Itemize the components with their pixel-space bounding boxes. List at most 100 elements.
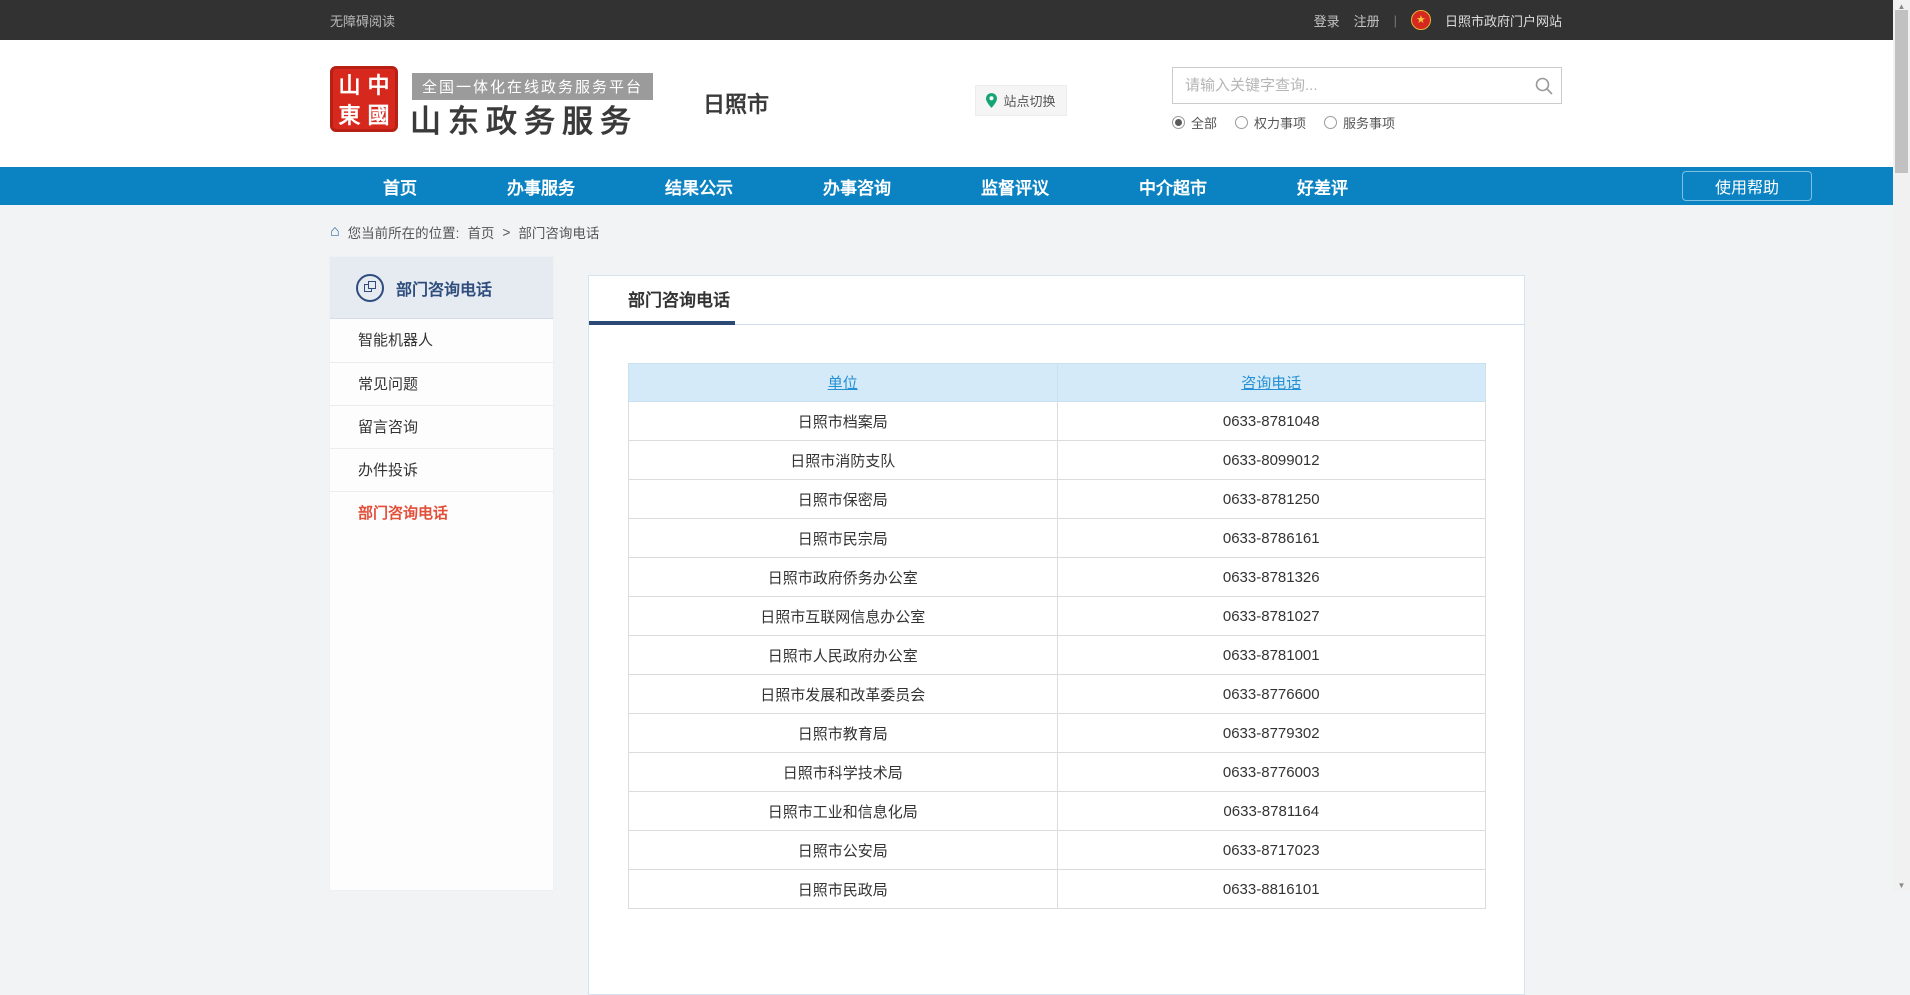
- department-name-cell: 日照市科学技术局: [629, 753, 1058, 792]
- breadcrumb-prefix: 您当前所在的位置:: [348, 222, 460, 242]
- nav-item-0[interactable]: 首页: [365, 174, 435, 199]
- location-pin-icon: [986, 93, 997, 108]
- page-scrollbar[interactable]: ▲ ▼: [1893, 0, 1910, 891]
- site-switch-button[interactable]: 站点切换: [975, 85, 1067, 116]
- table-column-header[interactable]: 单位: [629, 364, 1058, 402]
- city-name: 日照市: [703, 87, 769, 119]
- radio-selected-icon[interactable]: [1172, 116, 1185, 129]
- sidebar-item-3[interactable]: 办件投诉: [330, 448, 553, 491]
- seal-char: 中: [364, 71, 393, 101]
- breadcrumb: ⌂ 您当前所在的位置: 首页 > 部门咨询电话: [330, 222, 599, 242]
- site-switch-label: 站点切换: [1003, 91, 1055, 110]
- nav-item-5[interactable]: 中介超市: [1121, 174, 1225, 199]
- sidebar-header: 部门咨询电话: [330, 257, 553, 319]
- phone-number-cell: 0633-8781048: [1057, 402, 1486, 441]
- phone-number-cell: 0633-8779302: [1057, 714, 1486, 753]
- department-name-cell: 日照市公安局: [629, 831, 1058, 870]
- department-name-cell: 日照市保密局: [629, 480, 1058, 519]
- sidebar-item-0[interactable]: 智能机器人: [330, 319, 553, 362]
- sidebar-title: 部门咨询电话: [396, 276, 492, 300]
- nav-item-4[interactable]: 监督评议: [963, 174, 1067, 199]
- table-row: 日照市消防支队0633-8099012: [629, 441, 1486, 480]
- accessibility-link[interactable]: 无障碍阅读: [330, 11, 395, 30]
- search-filter-0[interactable]: 全部: [1172, 113, 1217, 132]
- brand-title: 山东政务服务: [410, 96, 638, 141]
- department-name-cell: 日照市民宗局: [629, 519, 1058, 558]
- search-filter-2[interactable]: 服务事项: [1324, 113, 1395, 132]
- search-filter-radios: 全部 权力事项 服务事项: [1172, 113, 1562, 132]
- phone-number-cell: 0633-8786161: [1057, 519, 1486, 558]
- site-header: 山中東國 全国一体化在线政务服务平台 山东政务服务 日照市 站点切换 全部权力事…: [0, 40, 1910, 167]
- filter-label: 全部: [1191, 113, 1217, 132]
- phone-number-cell: 0633-8781164: [1057, 792, 1486, 831]
- active-tab-indicator: [589, 321, 735, 325]
- table-row: 日照市人民政府办公室0633-8781001: [629, 636, 1486, 675]
- department-name-cell: 日照市民政局: [629, 870, 1058, 909]
- pages-icon: [356, 274, 384, 302]
- radio-icon[interactable]: [1235, 116, 1248, 129]
- table-row: 日照市档案局0633-8781048: [629, 402, 1486, 441]
- table-column-header[interactable]: 咨询电话: [1057, 364, 1486, 402]
- radio-icon[interactable]: [1324, 116, 1337, 129]
- sidebar-item-1[interactable]: 常见问题: [330, 362, 553, 405]
- phone-number-cell: 0633-8781250: [1057, 480, 1486, 519]
- login-link[interactable]: 登录: [1314, 11, 1340, 30]
- seal-char: 山: [335, 71, 364, 101]
- topbar-divider: |: [1394, 13, 1397, 28]
- breadcrumb-home-link[interactable]: 首页: [467, 222, 494, 242]
- department-name-cell: 日照市工业和信息化局: [629, 792, 1058, 831]
- search-box: [1172, 67, 1562, 104]
- department-name-cell: 日照市消防支队: [629, 441, 1058, 480]
- phone-number-cell: 0633-8781326: [1057, 558, 1486, 597]
- phone-number-cell: 0633-8816101: [1057, 870, 1486, 909]
- top-utility-bar: 无障碍阅读 登录 注册 | ★ 日照市政府门户网站: [0, 0, 1910, 40]
- breadcrumb-separator: >: [502, 225, 510, 240]
- table-row: 日照市发展和改革委员会0633-8776600: [629, 675, 1486, 714]
- phone-number-cell: 0633-8776003: [1057, 753, 1486, 792]
- tab-bar: 部门咨询电话: [589, 276, 1524, 325]
- breadcrumb-current: 部门咨询电话: [518, 222, 599, 242]
- nav-item-2[interactable]: 结果公示: [647, 174, 751, 199]
- sidebar-item-2[interactable]: 留言咨询: [330, 405, 553, 448]
- phone-number-cell: 0633-8781027: [1057, 597, 1486, 636]
- search-filter-1[interactable]: 权力事项: [1235, 113, 1306, 132]
- search-icon[interactable]: [1527, 76, 1561, 96]
- nav-item-6[interactable]: 好差评: [1279, 174, 1366, 199]
- table-row: 日照市教育局0633-8779302: [629, 714, 1486, 753]
- table-row: 日照市科学技术局0633-8776003: [629, 753, 1486, 792]
- table-row: 日照市工业和信息化局0633-8781164: [629, 792, 1486, 831]
- table-row: 日照市保密局0633-8781250: [629, 480, 1486, 519]
- phone-number-cell: 0633-8099012: [1057, 441, 1486, 480]
- nav-item-1[interactable]: 办事服务: [489, 174, 593, 199]
- table-row: 日照市民宗局0633-8786161: [629, 519, 1486, 558]
- nav-item-3[interactable]: 办事咨询: [805, 174, 909, 199]
- search-input[interactable]: [1173, 77, 1527, 94]
- shandong-china-seal-logo: 山中東國: [330, 66, 398, 132]
- department-name-cell: 日照市教育局: [629, 714, 1058, 753]
- table-row: 日照市政府侨务办公室0633-8781326: [629, 558, 1486, 597]
- phone-number-cell: 0633-8781001: [1057, 636, 1486, 675]
- department-name-cell: 日照市发展和改革委员会: [629, 675, 1058, 714]
- portal-site-link[interactable]: 日照市政府门户网站: [1445, 11, 1562, 30]
- department-name-cell: 日照市政府侨务办公室: [629, 558, 1058, 597]
- register-link[interactable]: 注册: [1354, 11, 1380, 30]
- table-row: 日照市公安局0633-8717023: [629, 831, 1486, 870]
- filter-label: 服务事项: [1343, 113, 1395, 132]
- scrollbar-down-arrow[interactable]: ▼: [1893, 879, 1910, 891]
- national-emblem-icon: ★: [1411, 10, 1431, 30]
- department-name-cell: 日照市人民政府办公室: [629, 636, 1058, 675]
- content-panel: 部门咨询电话 单位咨询电话 日照市档案局0633-8781048日照市消防支队0…: [588, 275, 1525, 995]
- help-button[interactable]: 使用帮助: [1682, 171, 1812, 201]
- scrollbar-thumb[interactable]: [1895, 10, 1908, 173]
- sidebar-item-4[interactable]: 部门咨询电话: [330, 491, 553, 534]
- phone-table: 单位咨询电话 日照市档案局0633-8781048日照市消防支队0633-809…: [628, 363, 1486, 909]
- sidebar: 部门咨询电话 智能机器人常见问题留言咨询办件投诉部门咨询电话: [329, 256, 554, 891]
- search-area: 全部 权力事项 服务事项: [1172, 67, 1562, 132]
- home-icon: ⌂: [330, 224, 340, 240]
- table-row: 日照市民政局0633-8816101: [629, 870, 1486, 909]
- tab-department-phones[interactable]: 部门咨询电话: [628, 276, 730, 325]
- department-name-cell: 日照市互联网信息办公室: [629, 597, 1058, 636]
- main-nav: 首页 办事服务 结果公示 办事咨询 监督评议 中介超市 好差评 使用帮助: [0, 167, 1910, 205]
- filter-label: 权力事项: [1254, 113, 1306, 132]
- seal-char: 國: [364, 101, 393, 131]
